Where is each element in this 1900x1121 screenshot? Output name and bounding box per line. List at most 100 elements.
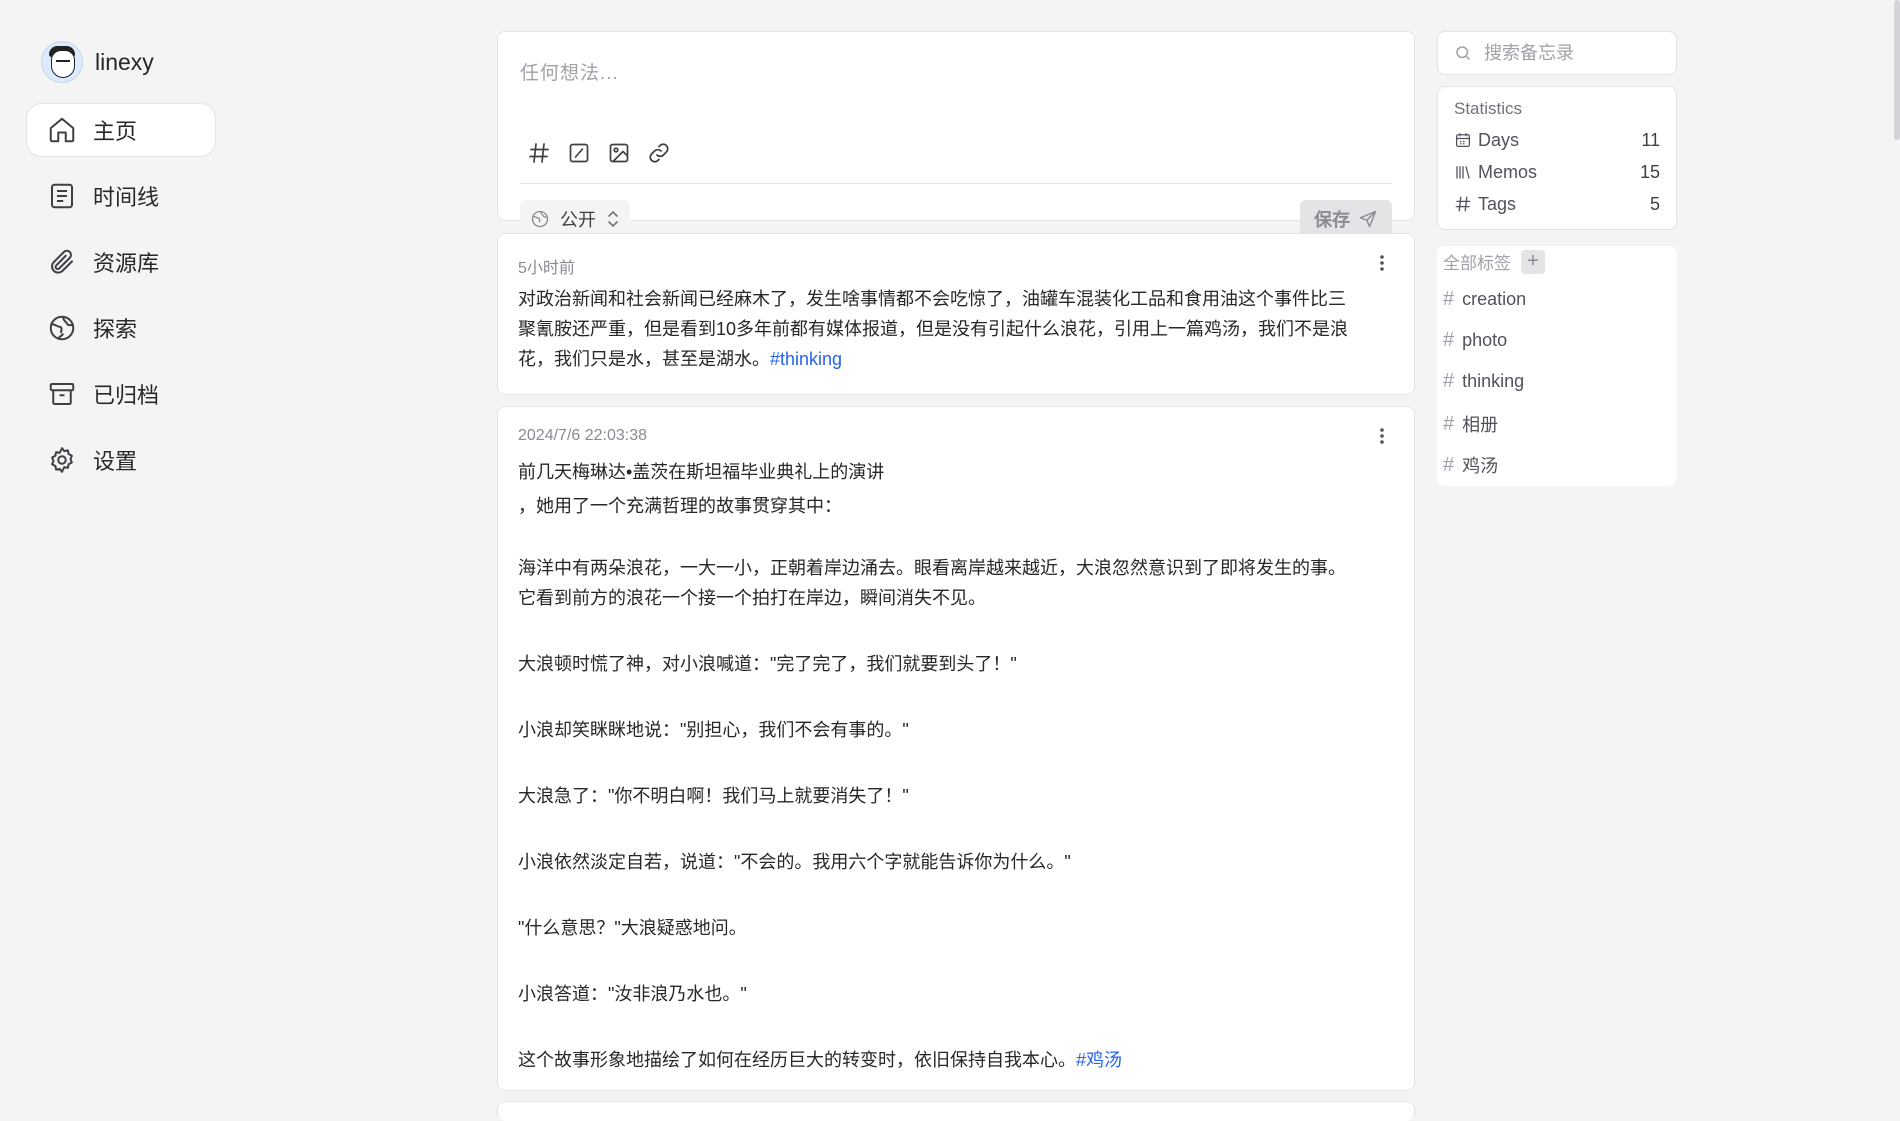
memo-text: 大浪顿时慌了神，对小浪喊道："完了完了，我们就要到头了！" bbox=[518, 654, 1017, 674]
memo-text: 小浪答道："汝非浪乃水也。" bbox=[518, 984, 747, 1004]
memo-tag-link[interactable]: #鸡汤 bbox=[1076, 1050, 1122, 1070]
globe-icon bbox=[531, 210, 549, 228]
library-icon bbox=[1456, 166, 1470, 179]
memo-text-line: 花，我们只是水，甚至是湖水。#thinking bbox=[518, 344, 1394, 374]
memo-content: 前几天梅琳达•盖茨在斯坦福毕业典礼上的演讲 ，她用了一个充满哲理的故事贯穿其中：… bbox=[518, 455, 1394, 1075]
memo-text: 聚氰胺还严重，但是看到10多年前都有媒体报道，但是没有引起什么浪花，引用上一篇鸡… bbox=[518, 319, 1349, 339]
link-icon[interactable] bbox=[646, 140, 672, 166]
stat-label: Memos bbox=[1478, 161, 1538, 182]
sidebar-item-archived[interactable]: 已归档 bbox=[26, 367, 216, 421]
stat-memos: Memos 15 bbox=[1454, 159, 1660, 185]
editor-divider bbox=[520, 183, 1392, 184]
memo-card: 2024/7/6 22:03:38 前几天梅琳达•盖茨在斯坦福毕业典礼上的演讲 … bbox=[497, 406, 1415, 1091]
home-icon bbox=[49, 117, 75, 143]
search-icon bbox=[1456, 46, 1470, 60]
gear-icon bbox=[51, 447, 73, 473]
calendar-icon bbox=[1455, 133, 1471, 148]
tag-item[interactable]: # creation bbox=[1443, 288, 1526, 311]
memo-text: 花，我们只是水，甚至是湖水。 bbox=[518, 349, 770, 369]
memo-timestamp: 5小时前 bbox=[518, 260, 575, 277]
hashtag-icon: # bbox=[1443, 370, 1455, 392]
tags-title: 全部标签 bbox=[1443, 254, 1511, 273]
hashtag-icon: # bbox=[1443, 288, 1455, 310]
tag-label: 鸡汤 bbox=[1462, 456, 1499, 476]
paperclip-icon bbox=[51, 249, 73, 274]
memo-text: 这个故事形象地描绘了如何在经历巨大的转变时，依旧保持自我本心。 bbox=[518, 1050, 1076, 1070]
statistics-title: Statistics bbox=[1454, 99, 1523, 118]
memo-text: 它看到前方的浪花一个接一个拍打在岸边，瞬间消失不见。 bbox=[518, 588, 986, 608]
memo-editor: 任何想法... 公开 保存 bbox=[497, 31, 1415, 238]
memo-text: "什么意思？"大浪疑惑地问。 bbox=[518, 918, 747, 938]
add-tag-button[interactable]: + bbox=[1521, 249, 1545, 274]
memo-text: 海洋中有两朵浪花，一大一小，正朝着岸边涌去。眼看离岸越来越近，大浪忽然意识到了即… bbox=[518, 558, 1346, 578]
sidebar-item-label: 探索 bbox=[93, 317, 138, 342]
memo-card bbox=[497, 1101, 1415, 1121]
sidebar-item-home[interactable]: 主页 bbox=[26, 103, 216, 157]
editor-input[interactable]: 任何想法... bbox=[520, 58, 619, 85]
tag-label: thinking bbox=[1462, 371, 1525, 391]
tag-item[interactable]: # 相册 bbox=[1443, 411, 1498, 437]
sidebar-item-settings[interactable]: 设置 bbox=[26, 433, 216, 487]
tag-item[interactable]: # thinking bbox=[1443, 370, 1524, 393]
memo-tag-link[interactable]: #thinking bbox=[770, 349, 842, 369]
stat-days: Days 11 bbox=[1454, 127, 1660, 153]
user-name: linexy bbox=[95, 48, 154, 75]
tags-panel: 全部标签 + # creation # photo # thinking # 相册 # 鸡… bbox=[1437, 246, 1677, 486]
sidebar-item-timeline[interactable]: 时间线 bbox=[26, 169, 216, 223]
memo-timestamp: 2024/7/6 22:03:38 bbox=[518, 427, 648, 444]
memo-text-line: 这个故事形象地描绘了如何在经历巨大的转变时，依旧保持自我本心。#鸡汤 bbox=[518, 1045, 1394, 1075]
stat-label: Days bbox=[1478, 129, 1520, 150]
explore-icon bbox=[49, 315, 75, 341]
checkbox-icon[interactable] bbox=[566, 140, 592, 166]
sidebar: linexy 主页 时间线 资源库 探索 已归档 设置 bbox=[1, 1, 239, 1111]
stat-label: Tags bbox=[1478, 193, 1517, 214]
stat-value: 11 bbox=[1641, 129, 1660, 150]
memo-text: 大浪急了："你不明白啊！我们马上就要消失了！" bbox=[518, 786, 909, 806]
hashtag-icon: # bbox=[1443, 412, 1455, 435]
tags-header: 全部标签 + bbox=[1443, 249, 1545, 274]
memo-text: 小浪却笑眯眯地说："别担心，我们不会有事的。" bbox=[518, 720, 909, 740]
send-icon bbox=[1359, 210, 1377, 228]
search-input[interactable] bbox=[1482, 41, 1656, 65]
tag-label: photo bbox=[1462, 330, 1508, 350]
chevron-updown-icon bbox=[608, 210, 618, 228]
avatar[interactable] bbox=[41, 41, 83, 83]
user-profile[interactable]: linexy bbox=[41, 41, 154, 83]
hashtag-icon bbox=[1455, 196, 1471, 212]
memo-text: 对政治新闻和社会新闻已经麻木了，发生啥事情都不会吃惊了，油罐车混装化工品和食用油… bbox=[518, 289, 1346, 309]
search-box[interactable] bbox=[1437, 31, 1677, 75]
memo-content: 对政治新闻和社会新闻已经麻木了，发生啥事情都不会吃惊了，油罐车混装化工品和食用油… bbox=[518, 284, 1394, 374]
tag-label: creation bbox=[1462, 289, 1527, 309]
more-icon[interactable] bbox=[1372, 423, 1392, 449]
memo-card: 5小时前 对政治新闻和社会新闻已经麻木了，发生啥事情都不会吃惊了，油罐车混装化工… bbox=[497, 233, 1415, 395]
stat-tags: Tags 5 bbox=[1454, 191, 1660, 217]
hashtag-icon[interactable] bbox=[526, 140, 552, 166]
sidebar-item-resources[interactable]: 资源库 bbox=[26, 235, 216, 289]
sidebar-item-label: 设置 bbox=[93, 449, 138, 474]
memo-text: ，她用了一个充满哲理的故事贯穿其中： bbox=[518, 496, 842, 516]
timeline-icon bbox=[51, 183, 73, 209]
scrollbar-thumb[interactable] bbox=[1894, 0, 1900, 140]
more-icon[interactable] bbox=[1372, 250, 1392, 276]
hashtag-icon: # bbox=[1443, 329, 1455, 351]
editor-toolbar bbox=[526, 140, 672, 166]
sidebar-nav: 主页 时间线 资源库 探索 已归档 设置 bbox=[26, 103, 216, 499]
memo-text: 前几天梅琳达•盖茨在斯坦福毕业典礼上的演讲 bbox=[518, 462, 885, 482]
archive-icon bbox=[49, 383, 75, 405]
stat-value: 5 bbox=[1649, 193, 1660, 214]
sidebar-item-explore[interactable]: 探索 bbox=[26, 301, 216, 355]
image-icon[interactable] bbox=[606, 140, 632, 166]
save-label: 保存 bbox=[1314, 210, 1350, 230]
tag-item[interactable]: # photo bbox=[1443, 329, 1507, 352]
memo-text: 小浪依然淡定自若，说道："不会的。我用六个字就能告诉你为什么。" bbox=[518, 852, 1071, 872]
tag-item[interactable]: # 鸡汤 bbox=[1443, 452, 1498, 478]
stat-value: 15 bbox=[1639, 161, 1660, 182]
sidebar-item-label: 时间线 bbox=[93, 185, 160, 210]
sidebar-item-label: 资源库 bbox=[93, 251, 160, 276]
statistics-panel: Statistics Days 11 Memos 15 Tags 5 bbox=[1437, 86, 1677, 230]
sidebar-item-label: 已归档 bbox=[93, 383, 160, 408]
sidebar-item-label: 主页 bbox=[93, 119, 138, 144]
scrollbar[interactable] bbox=[1894, 0, 1900, 1112]
visibility-label: 公开 bbox=[560, 210, 596, 230]
hashtag-icon: # bbox=[1443, 453, 1455, 476]
